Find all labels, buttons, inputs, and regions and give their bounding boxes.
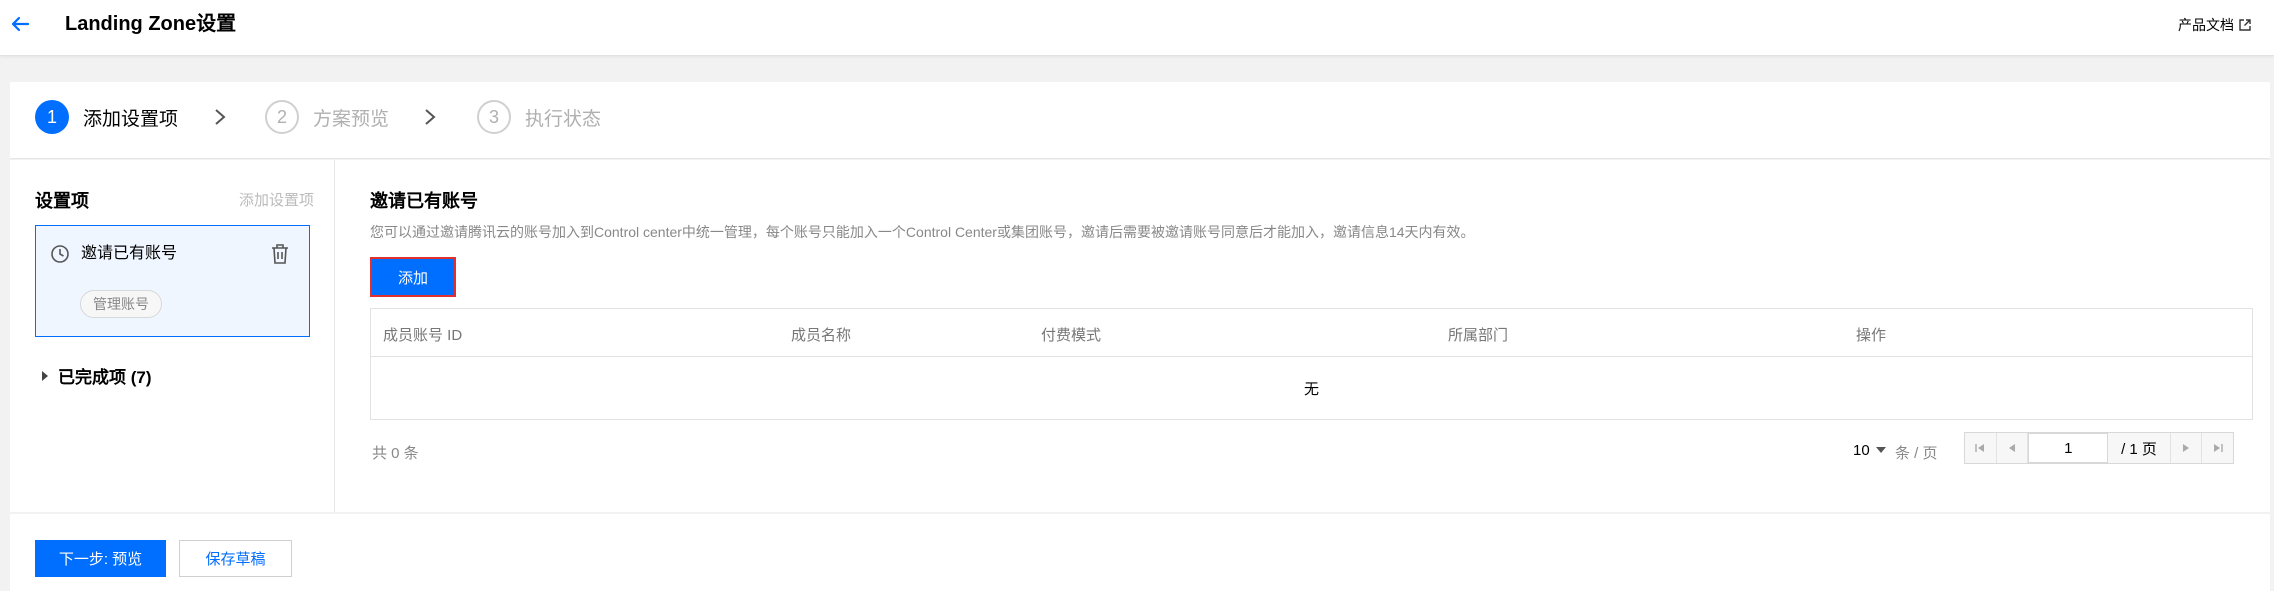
section-title: 邀请已有账号: [370, 191, 478, 211]
step-label: 方案预览: [313, 108, 390, 130]
step-label: 添加设置项: [83, 108, 179, 130]
next-page-button[interactable]: [2169, 433, 2202, 463]
caret-right-icon: [42, 370, 48, 381]
step-execution-status[interactable]: 3 执行状态: [477, 100, 601, 134]
total-pages: / 1 页: [2121, 440, 2157, 458]
page-size-value: 10: [1853, 441, 1870, 459]
top-bar: Landing Zone设置 产品文档: [0, 0, 2274, 56]
step-number: 3: [477, 100, 511, 134]
step-number: 1: [35, 100, 69, 134]
column-header: 成员账号 ID: [383, 327, 463, 344]
total-count: 共 0 条: [372, 445, 419, 462]
empty-state: 无: [1303, 381, 1319, 398]
first-page-button[interactable]: [1965, 433, 1997, 463]
next-preview-button[interactable]: 下一步: 预览: [35, 540, 166, 577]
settings-content: 邀请已有账号 您可以通过邀请腾讯云的账号加入到Control center中统一…: [360, 160, 2270, 512]
members-table: 成员账号 ID 成员名称 付费模式 所属部门 操作 无: [370, 308, 2253, 420]
product-docs-label: 产品文档: [2178, 17, 2234, 33]
setting-item-name: 邀请已有账号: [81, 245, 178, 262]
steps-bar: 1 添加设置项 2 方案预览 3 执行状态: [10, 82, 2270, 159]
first-page-icon: [1975, 444, 1985, 452]
chevron-right-icon: [425, 109, 436, 125]
save-draft-button[interactable]: 保存草稿: [179, 540, 292, 577]
back-arrow-icon[interactable]: [8, 12, 32, 36]
column-header: 操作: [1856, 327, 1887, 344]
product-docs-link[interactable]: 产品文档: [2178, 15, 2252, 35]
prev-page-icon: [2009, 444, 2015, 452]
setting-item-invite-accounts[interactable]: 邀请已有账号 管理账号: [35, 225, 310, 337]
completed-items-toggle[interactable]: 已完成项 (7): [42, 363, 152, 388]
pagination: / 1 页: [1964, 432, 2234, 464]
last-page-icon: [2213, 444, 2223, 452]
page-size-unit: 条 / 页: [1895, 445, 1938, 462]
step-number: 2: [265, 100, 299, 134]
add-setting-link[interactable]: 添加设置项: [239, 189, 314, 210]
page-title: Landing Zone设置: [65, 13, 237, 35]
page-size-select[interactable]: 10: [1853, 437, 1886, 463]
clock-icon: [51, 245, 69, 263]
setting-item-tag: 管理账号: [80, 290, 162, 318]
page-number-input[interactable]: [2028, 433, 2109, 463]
footer-actions: 下一步: 预览 保存草稿: [10, 514, 2270, 591]
column-header: 所属部门: [1448, 327, 1509, 344]
caret-down-icon: [1875, 447, 1886, 453]
prev-page-button[interactable]: [1997, 433, 2029, 463]
step-add-settings[interactable]: 1 添加设置项: [35, 100, 178, 134]
settings-sidebar: 设置项 添加设置项 邀请已有账号 管理账号 已完成项 (7): [10, 160, 335, 512]
section-description: 您可以通过邀请腾讯云的账号加入到Control center中统一管理，每个账号…: [370, 224, 1475, 240]
last-page-button[interactable]: [2201, 433, 2233, 463]
sidebar-title: 设置项: [35, 191, 89, 211]
trash-icon[interactable]: [269, 242, 291, 266]
step-plan-preview[interactable]: 2 方案预览: [265, 100, 389, 134]
step-label: 执行状态: [525, 108, 602, 130]
next-page-icon: [2183, 444, 2189, 452]
column-header: 成员名称: [791, 327, 852, 344]
table-header: 成员账号 ID 成员名称 付费模式 所属部门 操作: [371, 309, 2252, 357]
column-header: 付费模式: [1041, 327, 1102, 344]
main-panel: 设置项 添加设置项 邀请已有账号 管理账号 已完成项 (7) 邀请已有账号 您可…: [10, 160, 2270, 512]
completed-items-label: 已完成项 (7): [58, 368, 152, 387]
external-link-icon: [2239, 19, 2251, 31]
chevron-right-icon: [215, 109, 226, 125]
add-button[interactable]: 添加: [370, 257, 456, 297]
